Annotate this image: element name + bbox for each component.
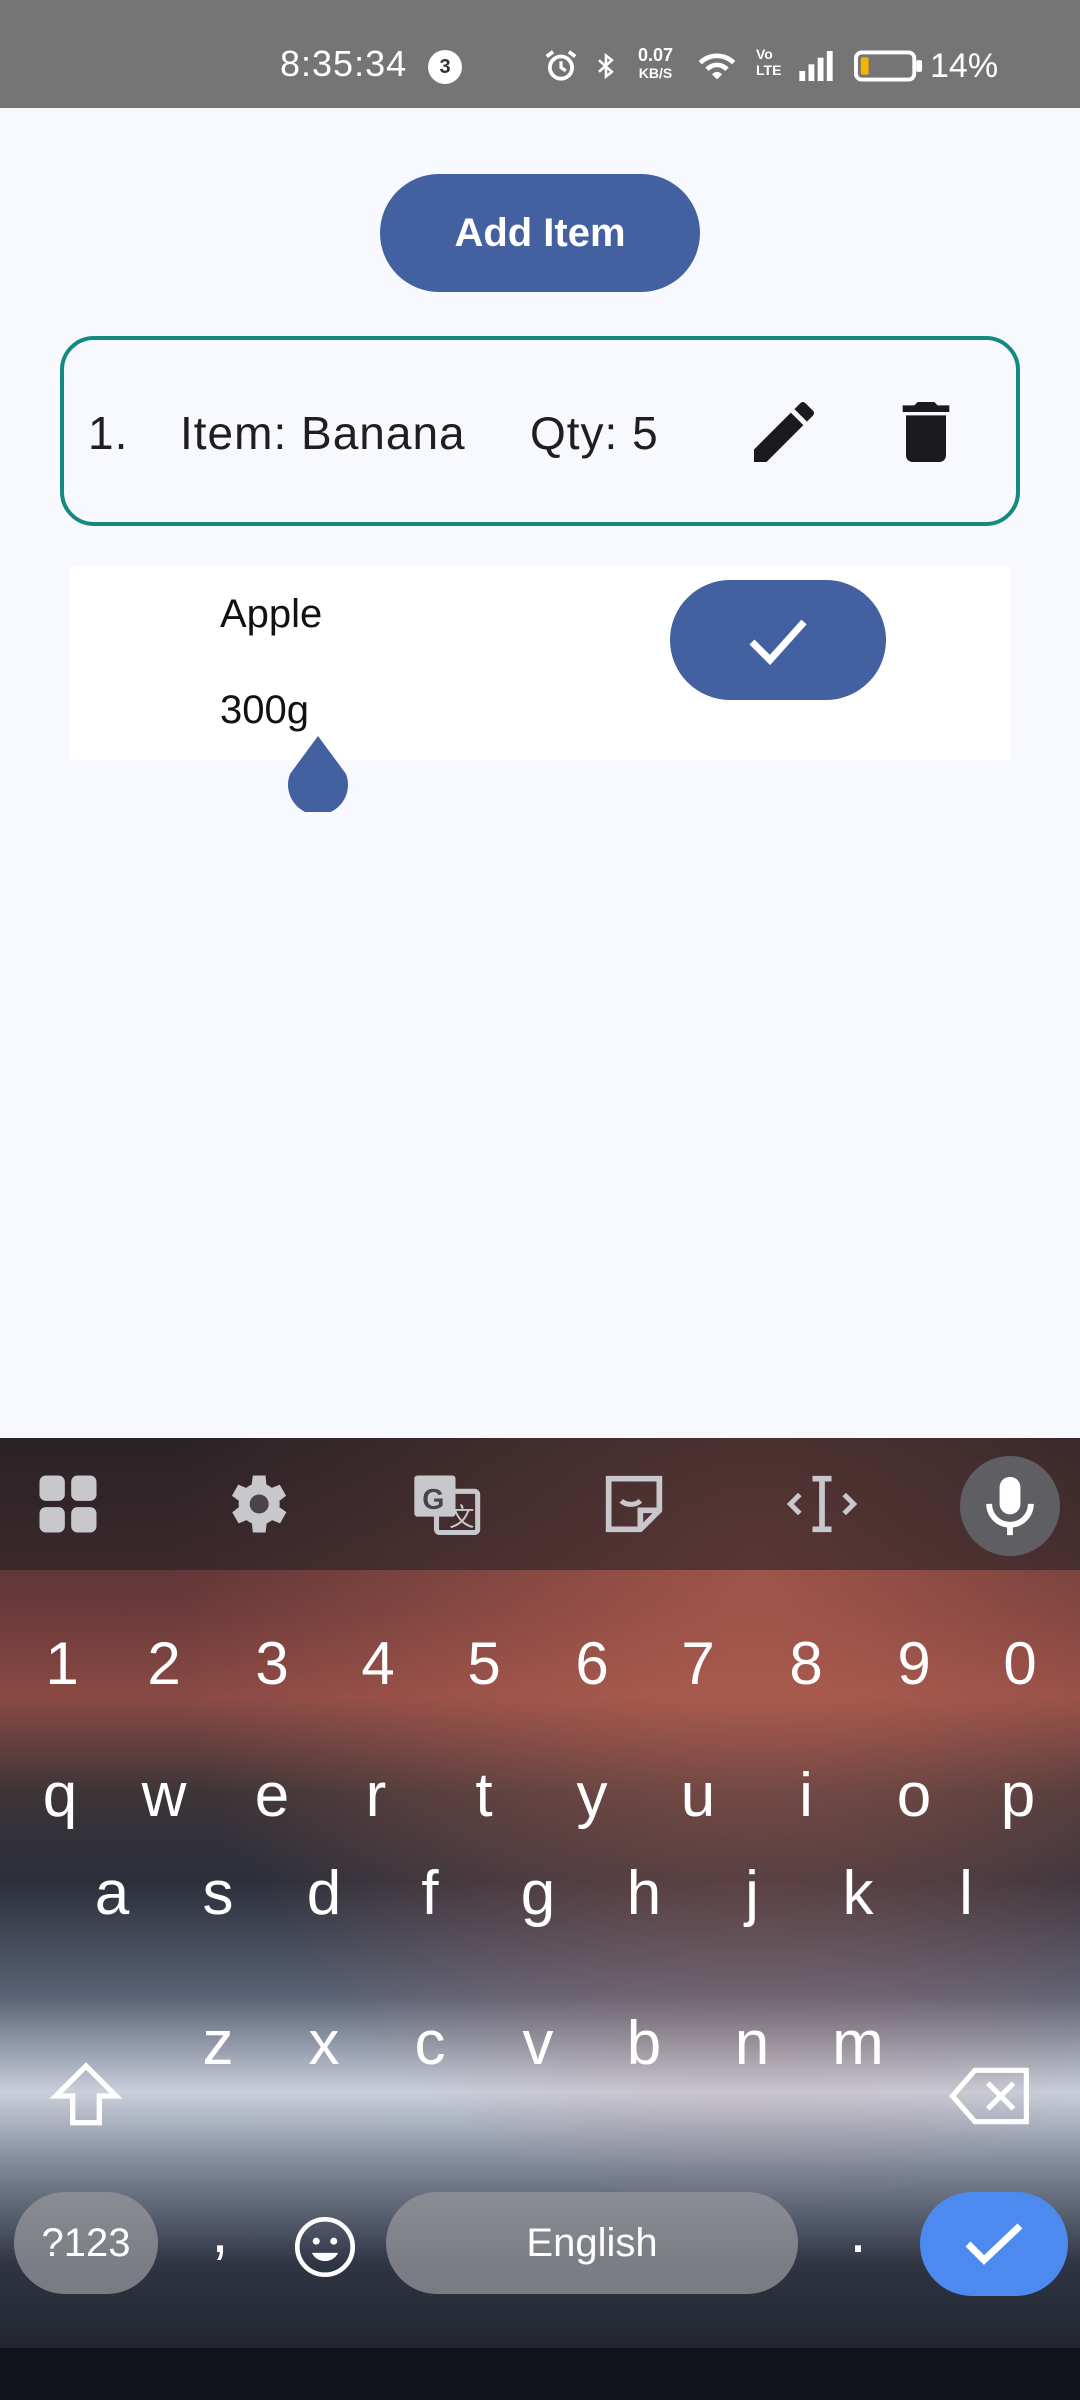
- key-7[interactable]: 7: [648, 1614, 748, 1714]
- key-u[interactable]: u: [648, 1746, 748, 1846]
- key-k[interactable]: k: [808, 1844, 908, 1944]
- keyboard-toolbar: G文: [0, 1438, 1080, 1570]
- item-name: Item: Banana: [180, 407, 466, 459]
- key-t[interactable]: t: [434, 1746, 534, 1846]
- item-quantity-field[interactable]: 300g: [220, 688, 309, 733]
- item-quantity: Qty: 5: [530, 407, 659, 459]
- text-cursor-handle[interactable]: [286, 734, 350, 812]
- space-key[interactable]: English: [386, 2192, 798, 2294]
- microphone-button[interactable]: [960, 1456, 1060, 1556]
- confirm-edit-button[interactable]: [670, 580, 886, 700]
- key-w[interactable]: w: [114, 1746, 214, 1846]
- svg-text:G: G: [422, 1484, 444, 1516]
- key-n[interactable]: n: [702, 1994, 802, 2094]
- key-a[interactable]: a: [62, 1844, 162, 1944]
- key-e[interactable]: e: [222, 1746, 322, 1846]
- signal-icon: [799, 51, 833, 81]
- microphone-icon: [986, 1476, 1034, 1536]
- emoji-key[interactable]: [290, 2212, 360, 2282]
- key-s[interactable]: s: [168, 1844, 268, 1944]
- key-1[interactable]: 1: [12, 1614, 112, 1714]
- network-speed-value: 0.07: [638, 45, 674, 65]
- soft-keyboard: G文 1234567890qwertyuiopasdfghjklzxcvbnm …: [0, 1438, 1080, 2400]
- key-r[interactable]: r: [326, 1746, 426, 1846]
- alarm-icon: [545, 50, 577, 81]
- key-4[interactable]: 4: [328, 1614, 428, 1714]
- key-x[interactable]: x: [274, 1994, 374, 2094]
- delete-item-button[interactable]: [886, 392, 966, 472]
- text-cursor-icon[interactable]: [784, 1466, 860, 1542]
- key-h[interactable]: h: [594, 1844, 694, 1944]
- item-index: 1.: [88, 407, 129, 459]
- period-key[interactable]: .: [808, 2182, 908, 2282]
- check-icon: [749, 619, 807, 666]
- key-6[interactable]: 6: [542, 1614, 642, 1714]
- network-speed-unit: KB/S: [638, 65, 673, 81]
- network-speed: 0.07 KB/S: [638, 46, 673, 82]
- key-0[interactable]: 0: [970, 1614, 1070, 1714]
- enter-key[interactable]: [920, 2192, 1068, 2296]
- key-m[interactable]: m: [808, 1994, 908, 2094]
- apps-grid-icon[interactable]: [30, 1466, 106, 1542]
- comma-key[interactable]: ,: [170, 2182, 270, 2282]
- key-9[interactable]: 9: [864, 1614, 964, 1714]
- notification-count-badge: 3: [428, 50, 462, 84]
- key-d[interactable]: d: [274, 1844, 374, 1944]
- item-row: 1. Item: Banana Qty: 5: [60, 336, 1020, 526]
- pencil-icon: [754, 401, 815, 462]
- key-f[interactable]: f: [380, 1844, 480, 1944]
- navigation-bar: [0, 2348, 1080, 2400]
- trash-icon: [902, 402, 950, 462]
- key-2[interactable]: 2: [114, 1614, 214, 1714]
- check-icon: [965, 2223, 1023, 2265]
- item-name-field[interactable]: Apple: [220, 592, 322, 637]
- key-q[interactable]: q: [10, 1746, 110, 1846]
- add-item-button[interactable]: Add Item: [380, 174, 700, 292]
- translate-icon[interactable]: G文: [408, 1466, 484, 1542]
- key-5[interactable]: 5: [434, 1614, 534, 1714]
- key-l[interactable]: l: [916, 1844, 1016, 1944]
- key-b[interactable]: b: [594, 1994, 694, 2094]
- key-p[interactable]: p: [968, 1746, 1068, 1846]
- key-y[interactable]: y: [542, 1746, 642, 1846]
- key-z[interactable]: z: [168, 1994, 268, 2094]
- battery-icon: [854, 50, 923, 82]
- sticker-icon[interactable]: [596, 1466, 672, 1542]
- key-i[interactable]: i: [756, 1746, 856, 1846]
- key-3[interactable]: 3: [222, 1614, 322, 1714]
- key-v[interactable]: v: [488, 1994, 588, 2094]
- status-time: 8:35:34: [280, 43, 408, 84]
- key-o[interactable]: o: [864, 1746, 964, 1846]
- bluetooth-icon: [598, 52, 614, 80]
- svg-text:文: 文: [449, 1504, 474, 1532]
- key-8[interactable]: 8: [756, 1614, 856, 1714]
- key-g[interactable]: g: [488, 1844, 588, 1944]
- key-c[interactable]: c: [380, 1994, 480, 2094]
- battery-percent: 14%: [930, 47, 999, 85]
- wifi-icon: [698, 53, 736, 80]
- shift-key[interactable]: [46, 2056, 126, 2136]
- key-j[interactable]: j: [702, 1844, 802, 1944]
- settings-gear-icon[interactable]: [218, 1466, 294, 1542]
- volte-indicator: Vo LTE: [756, 46, 782, 78]
- edit-item-button[interactable]: [744, 392, 824, 472]
- edit-item-form: Apple 300g: [70, 566, 1010, 760]
- symbols-key[interactable]: ?123: [14, 2192, 158, 2294]
- status-bar: 8:35:34 3 0.07 KB/S Vo LTE 14%: [0, 0, 1080, 108]
- backspace-key[interactable]: [946, 2056, 1036, 2136]
